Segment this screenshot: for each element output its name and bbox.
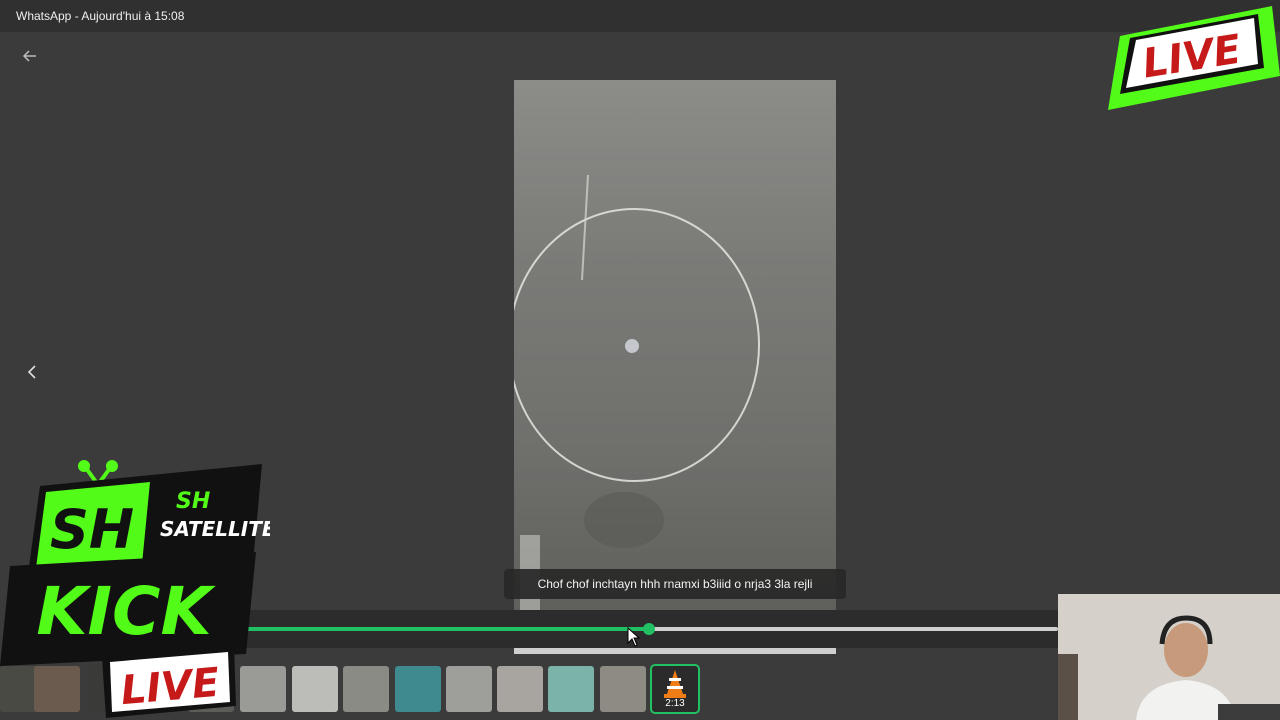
video-bottom-edge bbox=[514, 648, 836, 654]
brand-sh-small: SH bbox=[176, 489, 210, 514]
brand-satellite: SATELLITE bbox=[160, 517, 270, 541]
mouse-cursor bbox=[627, 627, 641, 647]
brand-kick: KICK bbox=[36, 573, 216, 650]
progress-track[interactable] bbox=[240, 623, 1058, 635]
media-thumbnail[interactable] bbox=[548, 666, 594, 712]
video-duration: 2:13 bbox=[665, 698, 685, 709]
chalk-drawing bbox=[514, 174, 760, 610]
sh-satellite-kick-logo: SH SH SATELLITE KICK LIVE bbox=[0, 460, 270, 718]
vlc-cone-icon bbox=[664, 670, 686, 698]
media-thumbnail-active[interactable]: 2:13 bbox=[650, 664, 700, 714]
brand-sh-large: SH bbox=[50, 498, 134, 561]
media-thumbnail[interactable] bbox=[497, 666, 543, 712]
progress-thumb[interactable] bbox=[643, 623, 655, 635]
media-thumbnail[interactable] bbox=[343, 666, 389, 712]
playback-bar[interactable] bbox=[240, 610, 1058, 648]
media-thumbnail[interactable] bbox=[600, 666, 646, 712]
back-button[interactable] bbox=[18, 44, 42, 68]
video-caption: Chof chof inchtayn hhh rnamxi b3iiid o n… bbox=[504, 569, 846, 599]
media-thumbnail[interactable] bbox=[395, 666, 441, 712]
previous-media-button[interactable] bbox=[20, 360, 44, 384]
window-title: WhatsApp - Aujourd'hui à 15:08 bbox=[16, 9, 185, 23]
window-titlebar: WhatsApp - Aujourd'hui à 15:08 bbox=[0, 0, 1280, 32]
streamer-silhouette bbox=[1058, 594, 1280, 720]
arrow-left-icon bbox=[22, 50, 36, 62]
webcam-overlay bbox=[1058, 594, 1280, 720]
media-thumbnail[interactable] bbox=[292, 666, 338, 712]
live-badge-top: LIVE bbox=[1108, 6, 1280, 110]
media-thumbnail[interactable] bbox=[446, 666, 492, 712]
chevron-left-icon bbox=[27, 365, 36, 379]
live-bottom-text: LIVE bbox=[119, 660, 221, 714]
video-frame[interactable] bbox=[514, 80, 836, 610]
progress-fill bbox=[240, 627, 649, 631]
